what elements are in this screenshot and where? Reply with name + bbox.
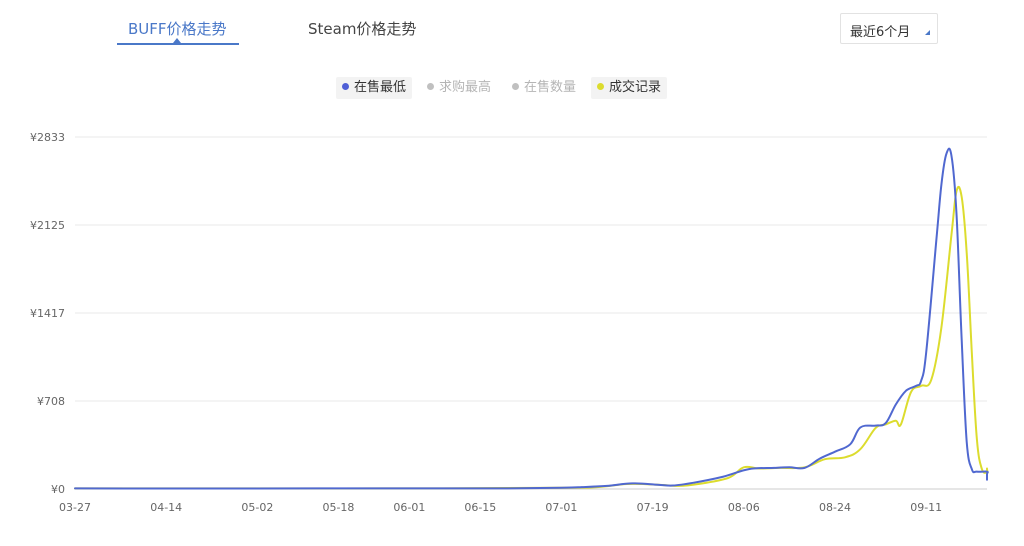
x-tick-label: 07-01: [545, 501, 577, 514]
y-tick-label: ¥1417: [30, 307, 65, 320]
y-tick-label: ¥2125: [30, 219, 65, 232]
x-axis-ticks: 03-27 04-14 05-02 05-18 06-01 06-15 07-01 07-19…: [59, 501, 942, 514]
x-tick-label: 06-01: [393, 501, 425, 514]
x-tick-label: 05-18: [322, 501, 354, 514]
y-tick-label: ¥708: [37, 395, 65, 408]
x-tick-label: 03-27: [59, 501, 91, 514]
x-tick-label: 08-24: [819, 501, 851, 514]
x-tick-label: 09-11: [910, 501, 942, 514]
x-tick-label: 05-02: [241, 501, 273, 514]
y-tick-label: ¥2833: [30, 131, 65, 144]
y-tick-label: ¥0: [51, 483, 65, 496]
chart-grid: [75, 136, 987, 490]
chart-series: [74, 147, 989, 490]
series-line-lowest-ask: [74, 147, 989, 490]
x-tick-label: 07-19: [637, 501, 669, 514]
x-tick-label: 06-15: [464, 501, 496, 514]
price-line-chart: ¥0 ¥708 ¥1417 ¥2125 ¥2833 03-27 04-14 05-02 05-…: [30, 131, 989, 514]
y-axis-ticks: ¥0 ¥708 ¥1417 ¥2125 ¥2833: [30, 131, 65, 496]
x-tick-label: 08-06: [728, 501, 760, 514]
x-tick-label: 04-14: [150, 501, 182, 514]
